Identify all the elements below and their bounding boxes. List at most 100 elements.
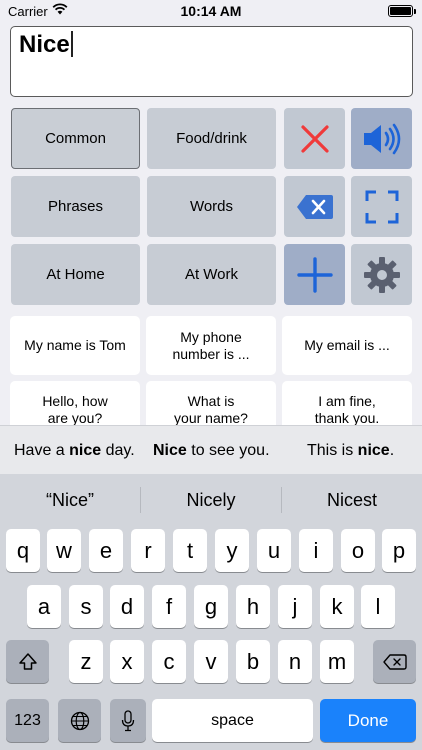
- message-text-area[interactable]: Nice: [10, 26, 413, 97]
- backspace-button[interactable]: [284, 176, 345, 237]
- phrase-suggestion-bar: Have a nice day. Nice to see you. This i…: [0, 425, 422, 474]
- phrase-text-line2: are you?: [47, 410, 103, 426]
- phrase-tile[interactable]: Hello, how are you?: [10, 381, 140, 426]
- phrase-suggestion[interactable]: Nice to see you.: [153, 442, 270, 460]
- phrase-text-line2: thank you.: [314, 410, 380, 426]
- prediction-item[interactable]: Nicely: [141, 490, 281, 511]
- phrase-text-line1: I am fine,: [318, 393, 376, 409]
- key-g[interactable]: g: [194, 585, 228, 628]
- suggestion-text: day.: [101, 442, 135, 459]
- key-j[interactable]: j: [278, 585, 312, 628]
- phrase-text-line1: Hello, how: [42, 393, 108, 409]
- key-u[interactable]: u: [257, 529, 291, 572]
- key-a[interactable]: a: [27, 585, 61, 628]
- category-label: At Home: [46, 266, 105, 283]
- phrase-text: My name is Tom: [24, 337, 126, 353]
- message-text: Nice: [19, 31, 70, 58]
- category-phrases-button[interactable]: Phrases: [11, 176, 140, 237]
- phrase-tile[interactable]: My phone number is ...: [146, 316, 276, 375]
- category-common-button[interactable]: Common: [11, 108, 140, 169]
- key-v[interactable]: v: [194, 640, 228, 683]
- key-e[interactable]: e: [89, 529, 123, 572]
- key-z[interactable]: z: [69, 640, 103, 683]
- suggestion-text: to see you.: [186, 442, 270, 459]
- fullscreen-button[interactable]: [351, 176, 412, 237]
- plus-icon: [296, 256, 333, 293]
- category-label: Words: [189, 198, 234, 215]
- suggestion-text: .: [389, 442, 395, 459]
- status-bar: Carrier 10:14 AM: [0, 0, 422, 22]
- prediction-item[interactable]: Nicest: [282, 490, 422, 511]
- key-s[interactable]: s: [69, 585, 103, 628]
- microphone-icon: [121, 709, 135, 731]
- shift-key[interactable]: [6, 640, 49, 683]
- predictive-bar: “Nice” Nicely Nicest: [0, 474, 422, 526]
- key-m[interactable]: m: [320, 640, 354, 683]
- phrase-text-line1: My phone: [180, 328, 242, 345]
- category-food-drink-button[interactable]: Food/drink: [147, 108, 276, 169]
- category-words-button[interactable]: Words: [147, 176, 276, 237]
- space-key[interactable]: space: [152, 699, 313, 742]
- category-label: At Work: [184, 266, 239, 283]
- category-at-home-button[interactable]: At Home: [11, 244, 140, 305]
- key-k[interactable]: k: [320, 585, 354, 628]
- delete-left-icon: [296, 194, 333, 219]
- numbers-key[interactable]: 123: [6, 699, 49, 742]
- clear-button[interactable]: [284, 108, 345, 169]
- settings-button[interactable]: [351, 244, 412, 305]
- battery-icon: [388, 5, 416, 17]
- backspace-key[interactable]: [373, 640, 416, 683]
- phrase-suggestion[interactable]: Have a nice day.: [14, 442, 135, 460]
- category-label: Food/drink: [176, 130, 247, 147]
- delete-left-icon: [382, 653, 407, 670]
- fullscreen-icon: [365, 190, 398, 223]
- phrase-tile[interactable]: My email is ...: [282, 316, 412, 375]
- phrase-text: My email is ...: [304, 337, 390, 353]
- phrase-text-line2: number is ...: [172, 345, 250, 362]
- gear-icon: [363, 256, 400, 293]
- speaker-icon: [363, 123, 400, 154]
- key-c[interactable]: c: [152, 640, 186, 683]
- prediction-item[interactable]: “Nice”: [0, 490, 140, 511]
- shift-icon: [18, 652, 37, 670]
- phrase-text-line1: What is: [187, 393, 235, 409]
- key-q[interactable]: q: [6, 529, 40, 572]
- key-o[interactable]: o: [341, 529, 375, 572]
- globe-key[interactable]: [58, 699, 101, 742]
- phrase-suggestion[interactable]: This is nice.: [307, 442, 394, 460]
- phrase-tile[interactable]: I am fine, thank you.: [282, 381, 412, 426]
- close-icon: [300, 124, 329, 153]
- suggestion-match: nice: [69, 442, 102, 459]
- key-b[interactable]: b: [236, 640, 270, 683]
- key-y[interactable]: y: [215, 529, 249, 572]
- phrase-text-line2: your name?: [174, 410, 248, 426]
- key-d[interactable]: d: [110, 585, 144, 628]
- category-at-work-button[interactable]: At Work: [147, 244, 276, 305]
- suggestion-text: This is: [307, 442, 358, 459]
- key-w[interactable]: w: [47, 529, 81, 572]
- key-p[interactable]: p: [382, 529, 416, 572]
- key-t[interactable]: t: [173, 529, 207, 572]
- speak-button[interactable]: [351, 108, 412, 169]
- clock: 10:14 AM: [180, 3, 242, 19]
- key-f[interactable]: f: [152, 585, 186, 628]
- add-button[interactable]: [284, 244, 345, 305]
- dictation-key[interactable]: [110, 699, 146, 742]
- done-key[interactable]: Done: [320, 699, 416, 742]
- globe-icon: [70, 711, 89, 730]
- key-r[interactable]: r: [131, 529, 165, 572]
- key-x[interactable]: x: [110, 640, 144, 683]
- suggestion-match: Nice: [153, 442, 187, 459]
- suggestion-match: nice: [357, 442, 390, 459]
- key-i[interactable]: i: [299, 529, 333, 572]
- key-n[interactable]: n: [278, 640, 312, 683]
- phrase-tile[interactable]: My name is Tom: [10, 316, 140, 375]
- text-cursor: [70, 31, 73, 57]
- keyboard: “Nice” Nicely Nicest q w e r t y u i o p…: [0, 474, 422, 750]
- category-label: Phrases: [47, 198, 104, 215]
- category-label: Common: [45, 130, 106, 147]
- key-l[interactable]: l: [361, 585, 395, 628]
- phrase-tile[interactable]: What is your name?: [146, 381, 276, 426]
- suggestion-text: Have a: [14, 442, 70, 459]
- key-h[interactable]: h: [236, 585, 270, 628]
